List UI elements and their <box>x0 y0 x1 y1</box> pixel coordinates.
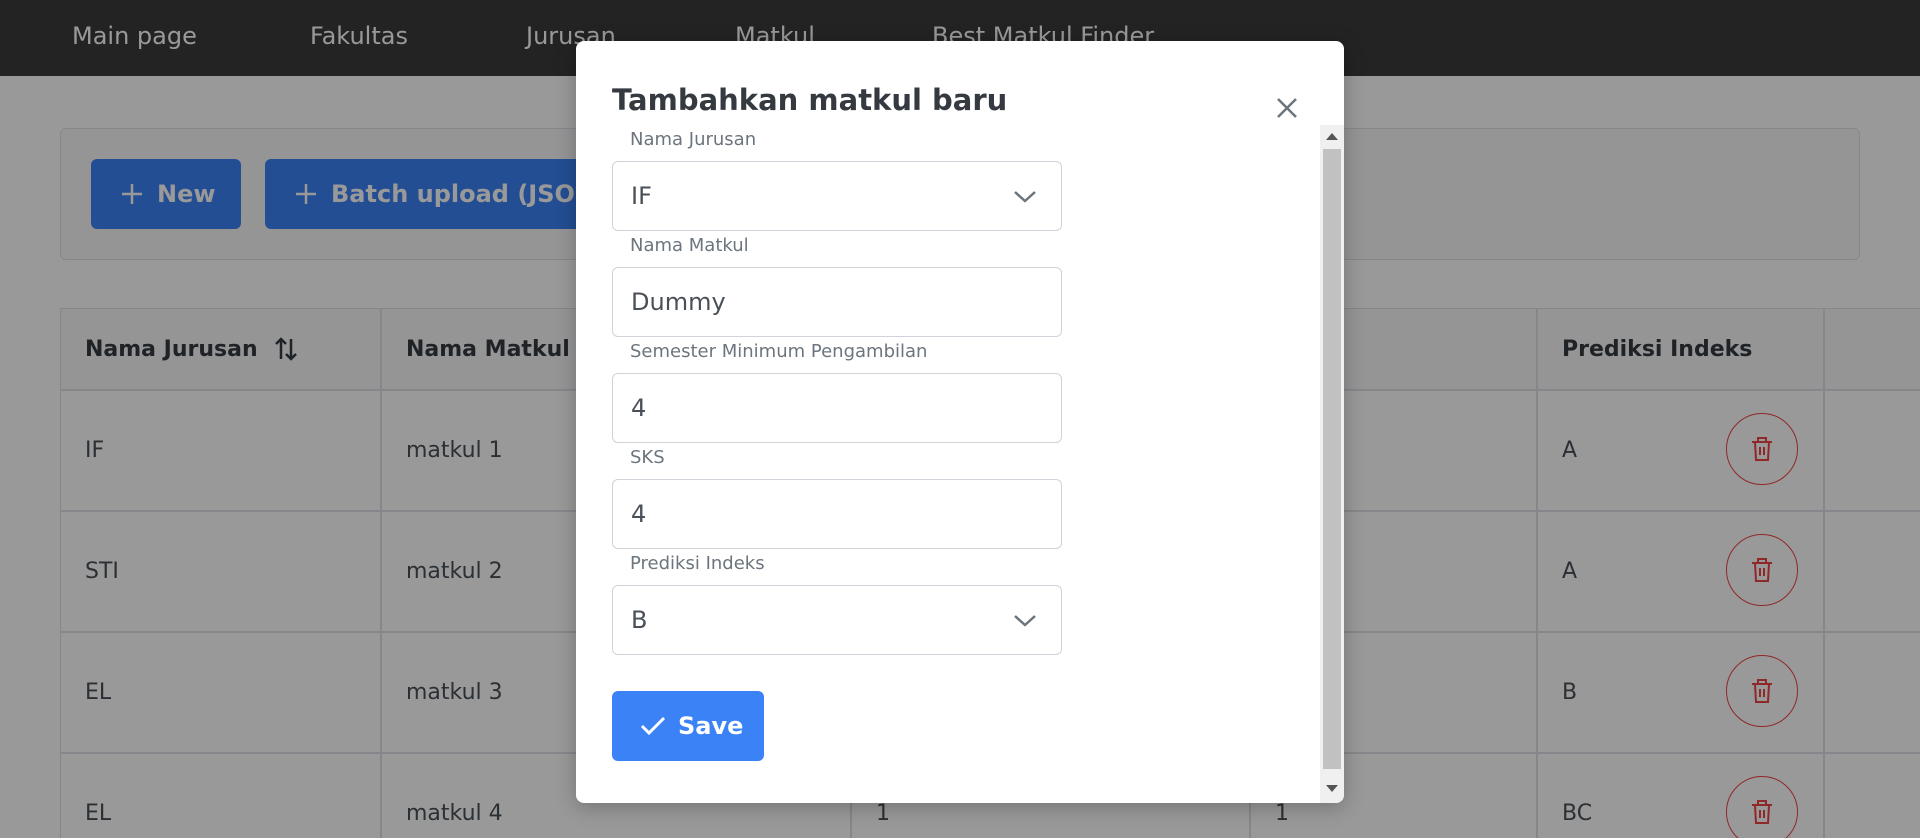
sks-input[interactable]: 4 <box>612 479 1062 549</box>
add-matkul-dialog: Tambahkan matkul baru Nama Jurusan IF Na… <box>576 41 1344 803</box>
prediksi-indeks-label: Prediksi Indeks <box>630 553 765 574</box>
nama-jurusan-label: Nama Jurusan <box>630 129 757 150</box>
prediksi-indeks-select[interactable]: B <box>612 585 1062 655</box>
scroll-up-arrow-icon[interactable] <box>1326 133 1338 140</box>
check-icon <box>640 716 666 736</box>
save-button[interactable]: Save <box>612 691 764 761</box>
prediksi-indeks-value: B <box>631 606 648 634</box>
chevron-down-icon <box>1014 615 1036 627</box>
close-icon <box>1277 98 1297 118</box>
chevron-down-icon <box>1014 191 1036 203</box>
semester-minimum-label: Semester Minimum Pengambilan <box>630 341 928 362</box>
sks-label: SKS <box>630 447 665 468</box>
nama-matkul-value: Dummy <box>631 288 726 316</box>
semester-minimum-input[interactable]: 4 <box>612 373 1062 443</box>
dialog-scrollbar[interactable] <box>1320 125 1344 803</box>
nama-jurusan-value: IF <box>631 182 652 210</box>
scroll-down-arrow-icon[interactable] <box>1326 785 1338 792</box>
sks-value: 4 <box>631 500 647 528</box>
nama-matkul-input[interactable]: Dummy <box>612 267 1062 337</box>
save-button-label: Save <box>678 712 744 740</box>
nama-jurusan-select[interactable]: IF <box>612 161 1062 231</box>
scrollbar-thumb[interactable] <box>1323 149 1341 769</box>
dialog-title: Tambahkan matkul baru <box>612 83 1008 117</box>
close-button[interactable] <box>1262 83 1312 133</box>
semester-minimum-value: 4 <box>631 394 647 422</box>
nama-matkul-label: Nama Matkul <box>630 235 749 256</box>
